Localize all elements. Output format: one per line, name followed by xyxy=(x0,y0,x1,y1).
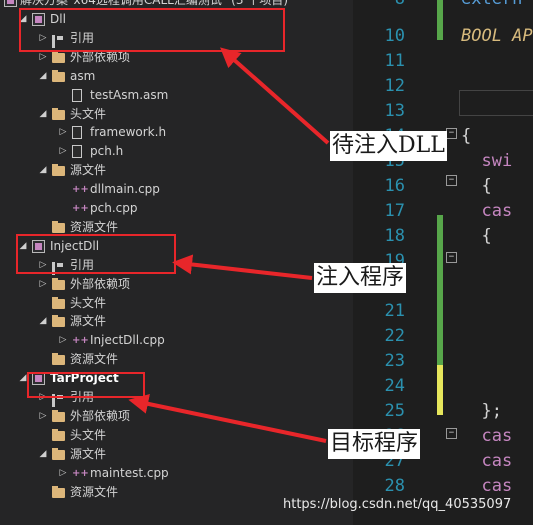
arrow-dll xyxy=(220,47,330,145)
arrow-injectdll xyxy=(172,254,313,280)
annotation-arrows xyxy=(128,47,330,443)
annotation-label-dll: 待注入DLL xyxy=(330,131,447,161)
arrow-tarproject xyxy=(128,394,327,443)
annotation-label-target: 目标程序 xyxy=(328,429,421,459)
watermark: https://blog.csdn.net/qq_40535097 xyxy=(283,497,512,512)
annotation-label-inject: 注入程序 xyxy=(314,263,407,293)
